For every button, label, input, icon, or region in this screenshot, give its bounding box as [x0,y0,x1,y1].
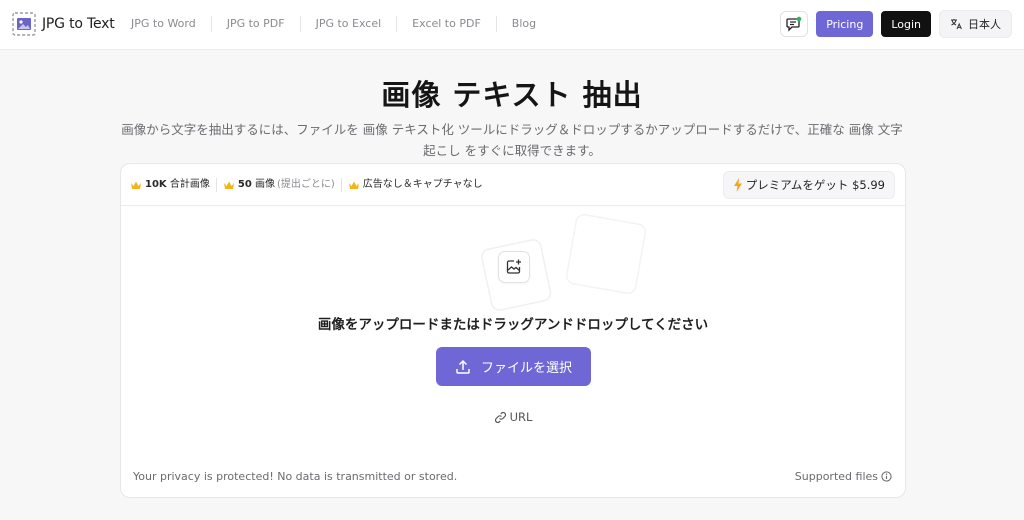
chat-feedback-icon [786,16,802,32]
crown-icon [131,181,141,189]
nav-excel-to-pdf[interactable]: Excel to PDF [397,16,497,32]
lightning-icon [733,178,742,192]
decorative-frames [481,214,647,311]
language-selector[interactable]: 日本人 [939,10,1012,38]
feedback-button[interactable] [780,11,809,37]
upload-prompt: 画像をアップロードまたはドラッグアンドドロップしてください [317,317,709,333]
upload-arrow-icon [456,359,470,374]
crown-icon [223,181,234,189]
info-circle-icon [881,471,892,482]
page-description: 画像から文字を抽出するには、ファイルを 画像 テキスト化 ツールにドラッグ＆ドロ… [121,122,903,158]
main-nav: JPG to Word JPG to PDF JPG to Excel Exce… [116,16,551,32]
language-label: 日本人 [968,18,1001,31]
badge-no-ads: 広告なし＆キャプチャなし [348,178,489,192]
nav-jpg-to-word[interactable]: JPG to Word [116,16,212,32]
url-label: URL [509,410,533,424]
choose-file-label: ファイルを選択 [480,361,572,376]
nav-blog[interactable]: Blog [497,16,551,32]
image-text-logo-icon [12,12,36,36]
upload-drop-icon[interactable] [498,251,530,283]
login-button[interactable]: Login [881,11,931,37]
privacy-note: Your privacy is protected! No data is tr… [133,470,458,483]
image-add-icon [506,259,521,274]
nav-jpg-to-excel[interactable]: JPG to Excel [301,16,398,32]
get-premium-button[interactable]: プレミアムをゲット $5.99 [722,171,895,199]
link-icon [494,411,506,423]
badge-total-images: 10K 合計画像 [130,178,217,192]
pricing-button[interactable]: Pricing [816,11,874,37]
supported-files-link[interactable]: Supported files [795,470,892,483]
translate-icon [951,19,962,30]
page-title: 画像 テキスト 抽出 [381,78,643,112]
feature-badges: 10K 合計画像 50 画像 (提出ごとに) 広告なし＆キャプチャなし [130,178,495,192]
premium-label: プレミアムをゲット $5.99 [745,178,885,192]
crown-icon [348,181,359,189]
brand-logo[interactable]: JPG to Text [12,12,115,36]
nav-jpg-to-pdf[interactable]: JPG to PDF [212,16,301,32]
url-upload-link[interactable]: URL [121,410,905,424]
supported-files-label: Supported files [794,470,878,483]
choose-file-button[interactable]: ファイルを選択 [436,347,591,386]
top-header: JPG to Text JPG to Word JPG to PDF JPG t… [0,0,1024,50]
badge-per-submission: 50 画像 (提出ごとに) [223,178,342,192]
brand-name: JPG to Text [42,16,115,32]
card-toolbar: 10K 合計画像 50 画像 (提出ごとに) 広告なし＆キャプチャなし プレミアム… [121,164,905,206]
header-actions: Pricing Login 日本人 [780,10,1012,38]
upload-card: 10K 合計画像 50 画像 (提出ごとに) 広告なし＆キャプチャなし プレミアム… [120,163,906,498]
